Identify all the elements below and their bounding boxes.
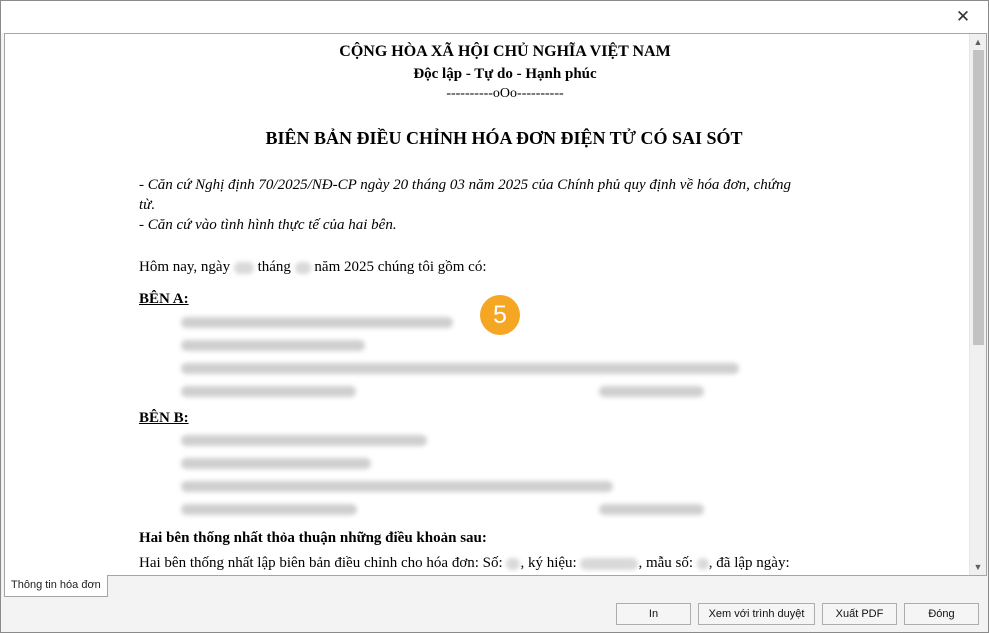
agreement-line: Hai bên thống nhất lập biên bản điều chỉ… [139, 555, 790, 572]
agreement-heading: Hai bên thống nhất thỏa thuận những điều… [139, 530, 487, 546]
redacted-party-b-representative [181, 504, 357, 515]
scroll-up-icon[interactable]: ▲ [970, 34, 986, 50]
legal-basis-1: - Căn cứ Nghị định 70/2025/NĐ-CP ngày 20… [139, 177, 791, 193]
redacted-party-a-address [181, 363, 739, 374]
view-in-browser-button[interactable]: Xem với trình duyệt [698, 603, 815, 625]
scroll-down-icon[interactable]: ▼ [970, 559, 986, 575]
redacted-party-b-name [181, 435, 427, 446]
legal-basis-1-cont: từ. [139, 197, 156, 213]
invoice-preview-window: ✕ CỘNG HÒA XÃ HỘI CHỦ NGHĨA VIỆT NAM Độc… [0, 0, 989, 633]
redacted-party-a-tax [181, 340, 365, 351]
scroll-thumb[interactable] [973, 50, 984, 345]
print-button[interactable]: In [616, 603, 691, 625]
document-viewer[interactable]: CỘNG HÒA XÃ HỘI CHỦ NGHĨA VIỆT NAM Độc l… [4, 33, 987, 576]
party-b-heading: BÊN B: [139, 410, 189, 426]
redacted-party-b-tax [181, 458, 371, 469]
vertical-scrollbar[interactable]: ▲ ▼ [969, 34, 986, 575]
redacted-day [233, 261, 254, 274]
legal-basis-2: - Căn cứ vào tình hình thực tế của hai b… [139, 217, 397, 233]
redacted-party-b-address [181, 481, 613, 492]
document-title: BIÊN BẢN ĐIỀU CHỈNH HÓA ĐƠN ĐIỆN TỬ CÓ S… [265, 128, 743, 148]
title-bar: ✕ [1, 1, 988, 33]
today-year: năm 2025 chúng tôi gồm có: [314, 259, 487, 275]
agreement-form: , mẫu số: [638, 555, 694, 571]
export-pdf-button[interactable]: Xuất PDF [822, 603, 897, 625]
close-button[interactable]: Đóng [904, 603, 979, 625]
agreement-date: , đã lập ngày: [708, 555, 790, 571]
party-a-heading: BÊN A: [139, 291, 189, 307]
tab-invoice-info[interactable]: Thông tin hóa đơn [4, 575, 108, 597]
redacted-party-b-position [599, 504, 704, 515]
header-separator: ----------oOo---------- [446, 86, 564, 101]
motto-header: Độc lập - Tự do - Hạnh phúc [413, 66, 597, 82]
redacted-party-a-name [181, 317, 453, 328]
country-header: CỘNG HÒA XÃ HỘI CHỦ NGHĨA VIỆT NAM [339, 43, 671, 60]
redacted-month [294, 261, 311, 274]
today-prefix: Hôm nay, ngày [139, 259, 231, 275]
today-month: tháng [257, 259, 291, 275]
close-icon[interactable]: ✕ [952, 7, 974, 27]
today-line: Hôm nay, ngày tháng năm 2025 chúng tôi g… [139, 259, 486, 276]
redacted-party-a-representative [181, 386, 356, 397]
redacted-invoice-symbol [580, 557, 639, 570]
agreement-prefix: Hai bên thống nhất lập biên bản điều chỉ… [139, 555, 503, 571]
step-badge: 5 [480, 295, 520, 335]
redacted-form-number [696, 557, 709, 570]
agreement-symbol: , ký hiệu: [520, 555, 577, 571]
redacted-party-a-position [599, 386, 704, 397]
redacted-invoice-number [506, 557, 521, 570]
document-page: CỘNG HÒA XÃ HỘI CHỦ NGHĨA VIỆT NAM Độc l… [5, 34, 971, 575]
